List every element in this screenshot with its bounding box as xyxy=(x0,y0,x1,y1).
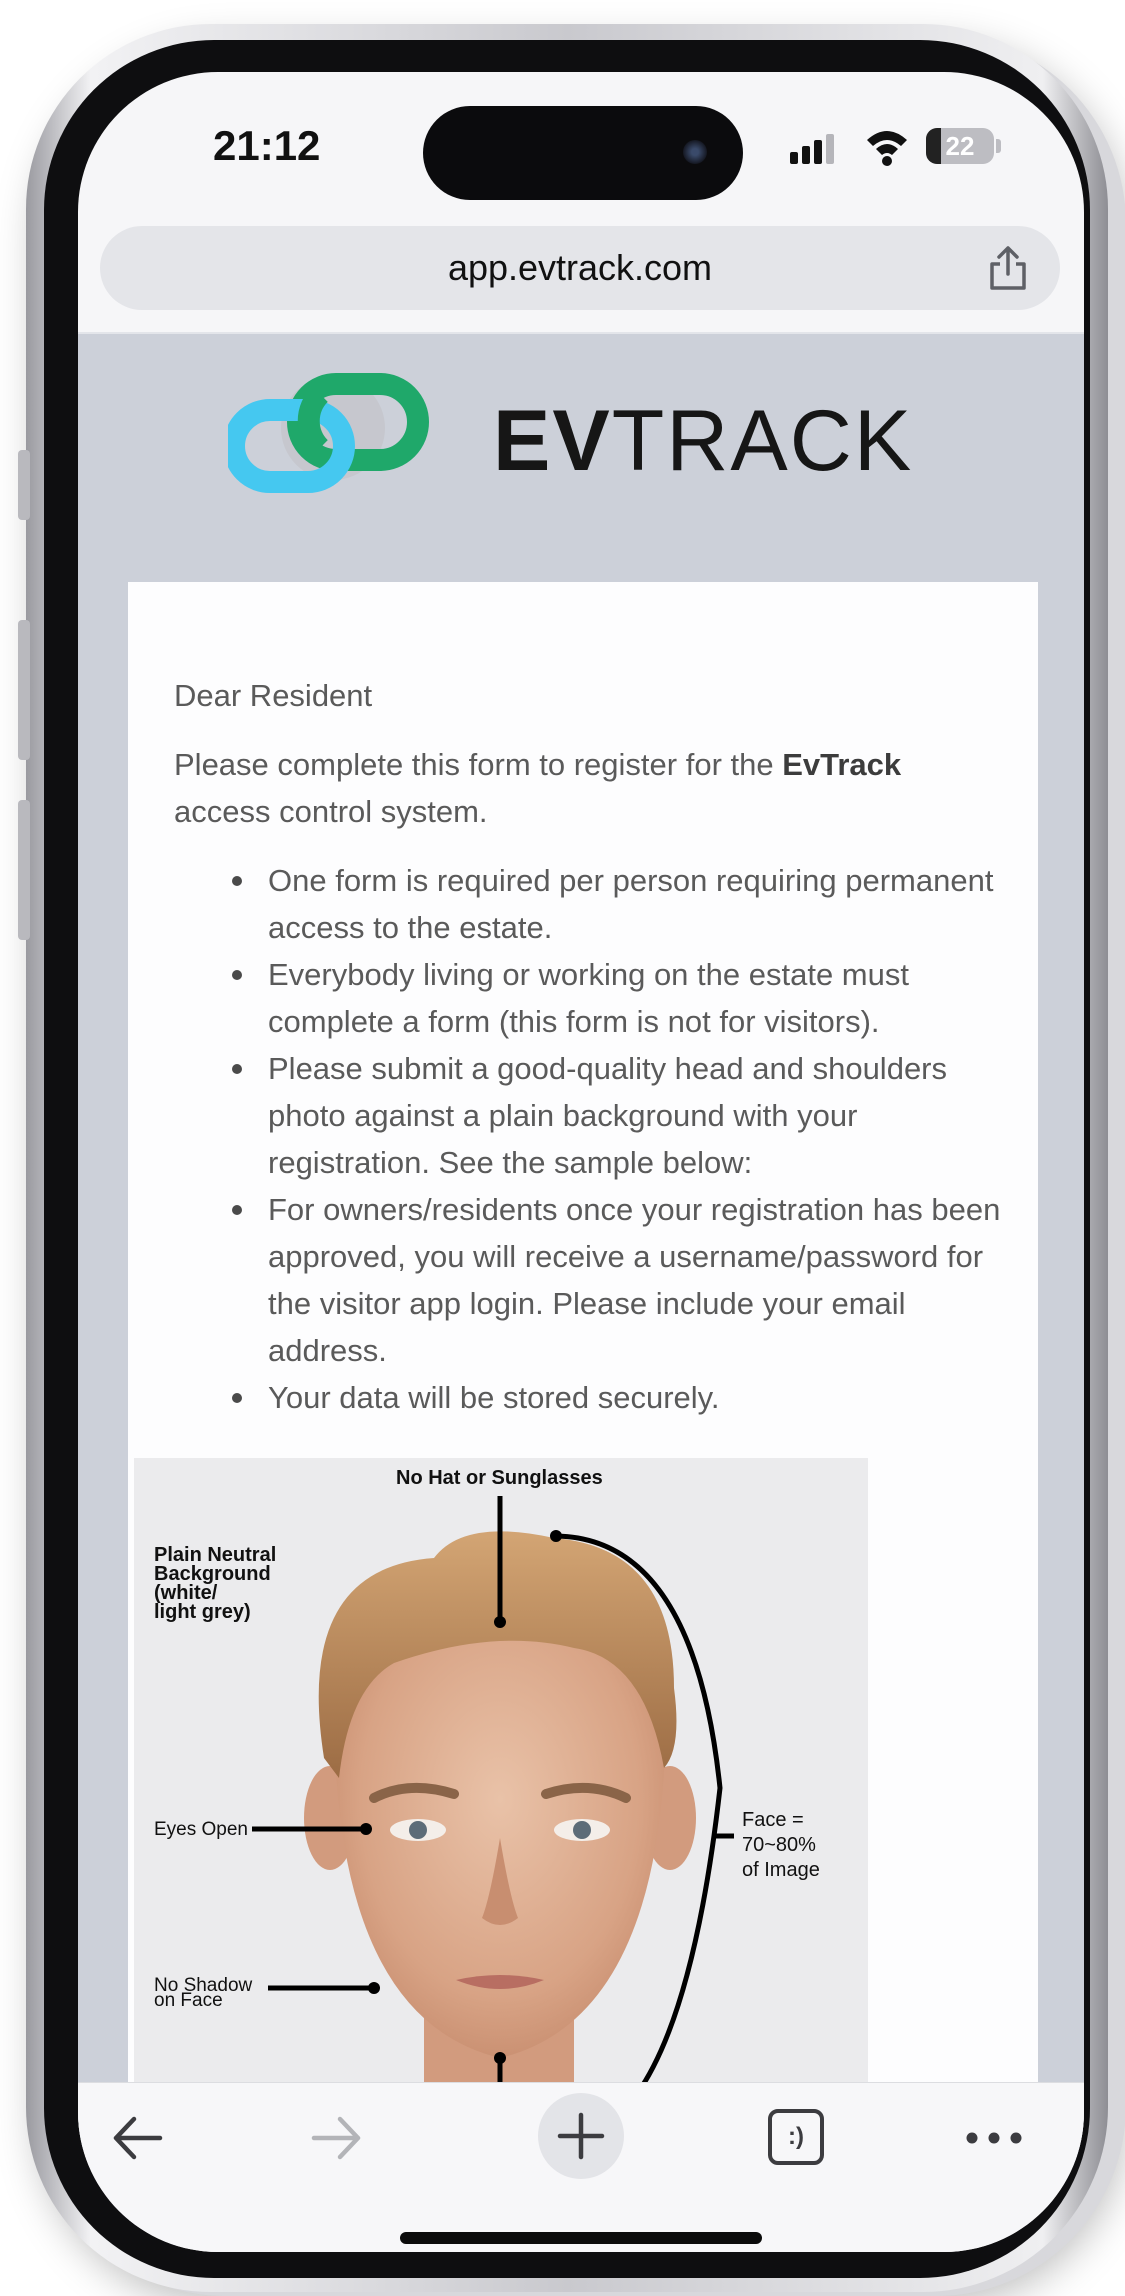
card-text: Dear Resident Please complete this form … xyxy=(174,672,1004,1421)
logo-mark-icon xyxy=(223,373,429,493)
list-item: Everybody living or working on the estat… xyxy=(232,951,1004,1045)
battery-icon: 22 xyxy=(926,128,994,164)
more-icon[interactable] xyxy=(962,2105,1026,2171)
brand-name: EvTrack xyxy=(782,747,902,782)
signal-icon xyxy=(790,134,838,164)
label-eyes-open: Eyes Open xyxy=(154,1819,248,1840)
label-no-shadow: No Shadow on Face xyxy=(154,1975,253,2011)
list-item: Your data will be stored securely. xyxy=(232,1374,1004,1421)
screen: 21:12 22 app.evtrack.com EVTRACK Dear Re… xyxy=(78,72,1084,2252)
volume-up-button xyxy=(18,620,30,760)
forward-arrow-icon[interactable] xyxy=(304,2105,368,2171)
sample-photo: No Hat or Sunglasses Plain Neutral Backg… xyxy=(134,1458,868,2098)
address-bar[interactable]: app.evtrack.com xyxy=(100,226,1060,310)
wifi-icon xyxy=(867,131,907,166)
plus-icon xyxy=(557,2112,605,2160)
list-item: For owners/residents once your registrat… xyxy=(232,1186,1004,1374)
home-indicator[interactable] xyxy=(400,2232,762,2244)
logo-wordmark: EVTRACK xyxy=(493,393,914,489)
requirements-list: One form is required per person requirin… xyxy=(174,857,1004,1421)
battery-tip xyxy=(996,139,1001,153)
list-item: Please submit a good-quality head and sh… xyxy=(232,1045,1004,1186)
url-text[interactable]: app.evtrack.com xyxy=(100,226,1060,310)
front-camera-icon xyxy=(683,140,707,164)
browser-toolbar: :) xyxy=(78,2082,1084,2252)
label-no-hat: No Hat or Sunglasses xyxy=(396,1467,603,1489)
mute-switch xyxy=(18,450,30,520)
tabs-button[interactable]: :) xyxy=(768,2109,824,2165)
intro-paragraph: Please complete this form to register fo… xyxy=(174,747,902,829)
label-face-ratio: Face = 70~80% of Image xyxy=(742,1809,820,1881)
battery-level: 22 xyxy=(945,131,975,161)
new-tab-button[interactable] xyxy=(538,2093,624,2179)
status-time: 21:12 xyxy=(213,122,321,169)
dynamic-island xyxy=(423,106,743,200)
share-icon[interactable] xyxy=(986,244,1030,292)
greeting: Dear Resident xyxy=(174,678,373,713)
evtrack-logo: EVTRACK xyxy=(223,370,948,520)
list-item: One form is required per person requirin… xyxy=(232,857,1004,951)
back-arrow-icon[interactable] xyxy=(106,2105,170,2171)
label-plain-background: Plain Neutral Background (white/ light g… xyxy=(154,1544,277,1623)
volume-down-button xyxy=(18,800,30,940)
